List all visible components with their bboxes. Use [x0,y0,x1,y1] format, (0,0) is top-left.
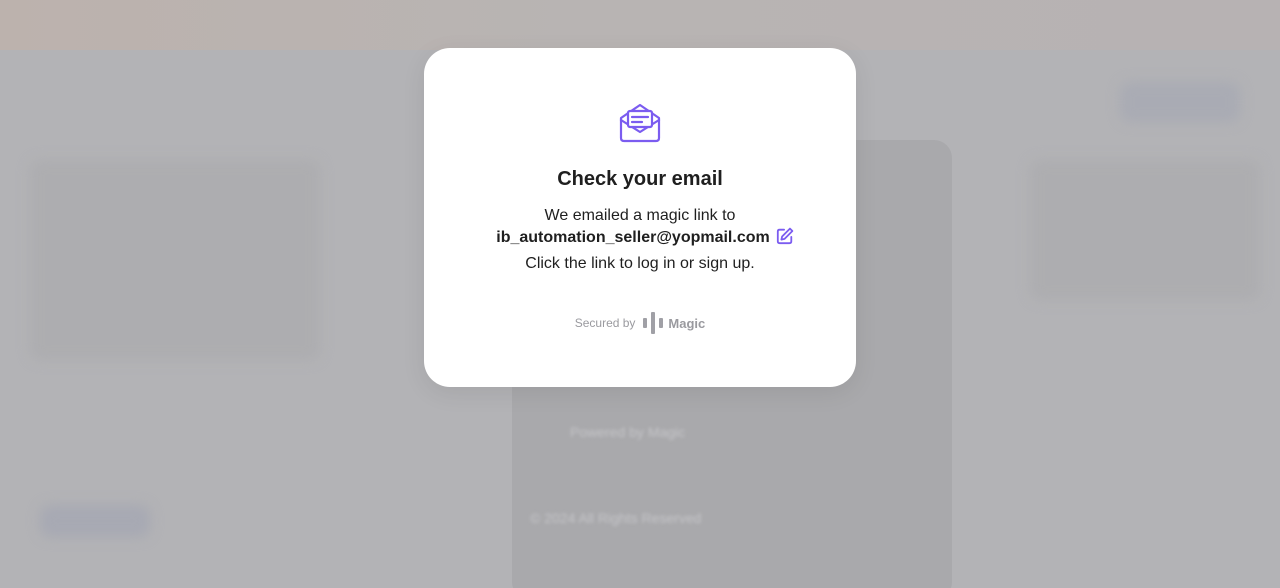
edit-icon[interactable] [776,227,794,245]
email-address: ib_automation_seller@yopmail.com [496,229,770,246]
background-left-panel [30,160,320,360]
secured-by-footer: Secured by Magic [424,312,856,334]
magic-brand-name: Magic [668,315,706,331]
magic-logo-icon [643,312,664,334]
background-powered-by-text: Powered by Magic [570,424,686,440]
mail-open-icon [619,103,661,143]
background-right-button [1120,82,1240,122]
magic-brand[interactable]: Magic [643,312,705,334]
email-row: ib_automation_seller@yopmail.com [424,227,856,247]
emailed-message-text: We emailed a magic link to [544,207,736,224]
instruction-text: Click the link to log in or sign up. [525,255,755,272]
background-copyright-text: © 2024 All Rights Reserved [530,510,702,526]
background-left-button [40,505,150,537]
background-top-bar [0,0,1280,50]
background-right-panel [1030,160,1260,300]
modal-title: Check your email [557,168,723,190]
secured-by-label: Secured by [574,316,636,330]
